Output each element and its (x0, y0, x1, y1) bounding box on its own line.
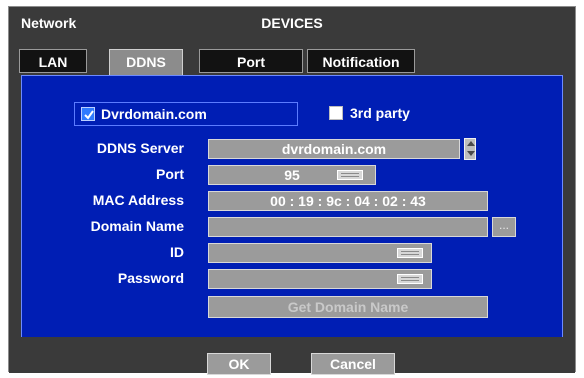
tab-ddns[interactable]: DDNS (109, 49, 183, 76)
ddns-server-label: DDNS Server (96, 140, 184, 156)
ddns-server-field[interactable]: dvrdomain.com (208, 139, 460, 159)
keyboard-icon[interactable] (397, 274, 423, 284)
ok-button[interactable]: OK (207, 353, 271, 375)
tab-notification[interactable]: Notification (307, 49, 415, 73)
keyboard-icon[interactable] (397, 248, 423, 258)
check-icon (84, 110, 94, 120)
id-label: ID (170, 244, 184, 260)
mac-address-field: 00 : 19 : 9c : 04 : 02 : 43 (208, 191, 488, 211)
ddns-panel: Dvrdomain.com 3rd party DDNS Server dvrd… (21, 75, 563, 339)
port-label: Port (156, 166, 184, 182)
footer-bar: OK Cancel (9, 337, 575, 375)
port-value: 95 (284, 167, 300, 183)
domain-name-label: Domain Name (90, 218, 184, 234)
dvrdomain-label: Dvrdomain.com (101, 106, 207, 122)
tab-port[interactable]: Port (199, 49, 303, 73)
cancel-button[interactable]: Cancel (311, 353, 395, 375)
domain-browse-button[interactable]: ... (492, 217, 516, 237)
domain-name-field[interactable] (208, 217, 488, 237)
arrow-down-icon (467, 151, 475, 156)
third-party-checkbox[interactable] (329, 106, 343, 120)
third-party-label: 3rd party (350, 105, 410, 121)
mac-address-label: MAC Address (92, 192, 184, 208)
arrow-up-icon (467, 141, 475, 146)
dvrdomain-checkbox[interactable] (81, 107, 95, 121)
get-domain-name-button[interactable]: Get Domain Name (208, 296, 488, 318)
password-field[interactable] (208, 269, 432, 289)
port-field[interactable]: 95 (208, 165, 376, 185)
tab-lan[interactable]: LAN (19, 49, 87, 73)
ddns-server-spinner[interactable] (464, 138, 476, 160)
password-label: Password (117, 270, 184, 286)
title-bar: Network DEVICES (9, 7, 575, 37)
dvrdomain-option[interactable]: Dvrdomain.com (74, 102, 298, 126)
devices-window: Network DEVICES LAN DDNS Port Notificati… (8, 6, 576, 375)
keyboard-icon[interactable] (337, 170, 363, 180)
window-title: DEVICES (261, 15, 323, 31)
id-field[interactable] (208, 243, 432, 263)
